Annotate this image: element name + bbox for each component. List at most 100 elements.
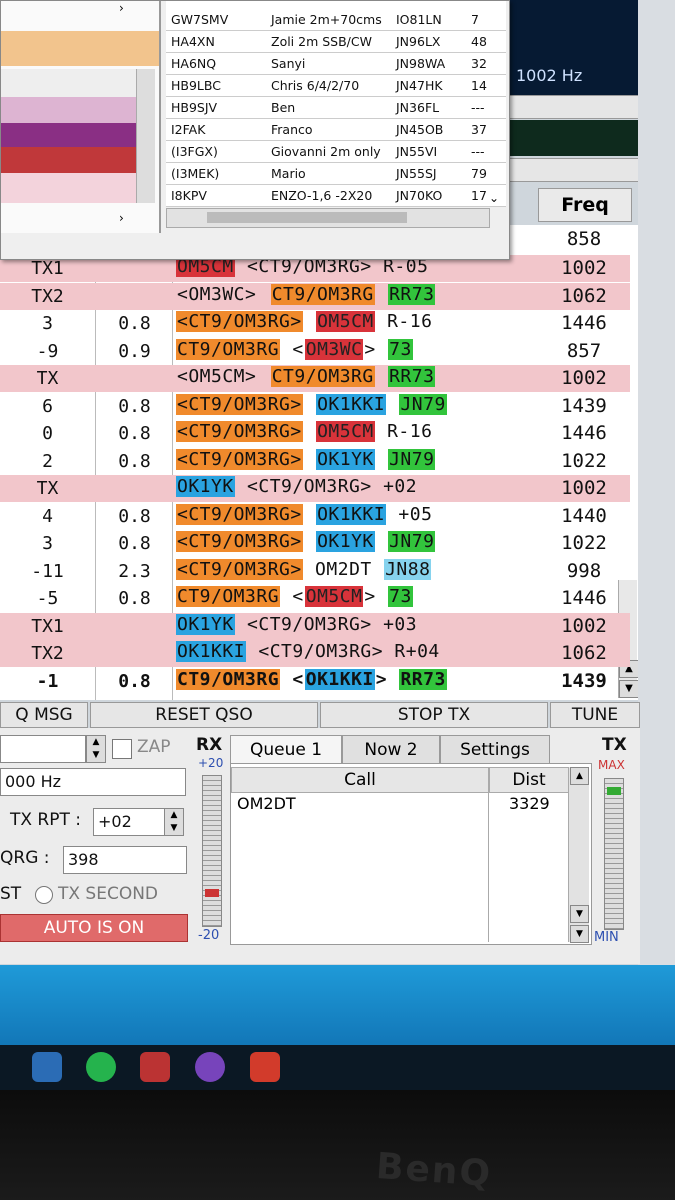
message-token: CT9/OM3RG	[270, 366, 375, 387]
tx-level-meter[interactable]	[604, 778, 624, 930]
callsign-popup[interactable]: › › GW7SMV Jamie 2m+70cms IO81LN 7 HA4XN Zoli…	[0, 0, 510, 260]
decode-row[interactable]: 0 0.8 <CT9/OM3RG> OM5CM R-16	[0, 420, 538, 447]
callsign-row[interactable]: GW7SMV Jamie 2m+70cms IO81LN 7	[166, 9, 506, 31]
decode-row[interactable]: -1 0.8 CT9/OM3RG < OK1KKI > RR73	[0, 668, 538, 695]
message-token: <CT9/OM3RG>	[176, 311, 303, 332]
callsign-table[interactable]: GW7SMV Jamie 2m+70cms IO81LN 7 HA4XN Zoli 2m …	[166, 1, 506, 207]
tab-now-2[interactable]: Now 2	[342, 735, 440, 765]
queue-call[interactable]: OM2DT	[237, 794, 296, 813]
row-db: TX	[36, 478, 59, 499]
callsign-row[interactable]: I8KPV ENZO-1,6 -2X20 JN70KO 17	[166, 185, 506, 207]
callsign-row[interactable]: (I3FGX) Giovanni 2m only JN55VI ---	[166, 141, 506, 163]
row-dt: 0.8	[118, 450, 151, 472]
tx-rpt-field[interactable]: +02	[93, 808, 165, 836]
scroll-up-icon[interactable]: ▲	[570, 767, 589, 785]
queue-col-call[interactable]: Call	[231, 767, 489, 793]
tab-queue-1[interactable]: Queue 1	[230, 735, 342, 765]
callsign-cell-name: Chris 6/4/2/70	[271, 78, 360, 93]
color-swatch	[1, 147, 136, 173]
queue-col-dist[interactable]: Dist	[489, 767, 569, 793]
tab-settings[interactable]: Settings	[440, 735, 550, 765]
app-icon[interactable]	[250, 1052, 280, 1082]
decode-row[interactable]: 4 0.8 <CT9/OM3RG> OK1KKI +05	[0, 503, 538, 530]
callsign-cell-call: HA6NQ	[171, 56, 217, 71]
color-swatch	[1, 97, 136, 123]
callsign-row[interactable]: HA6NQ Sanyi JN98WA 32	[166, 53, 506, 75]
callsign-cell-name: Giovanni 2m only	[271, 144, 381, 159]
zap-checkbox[interactable]	[112, 739, 132, 759]
callsign-row[interactable]: HB9SJV Ben JN36FL ---	[166, 97, 506, 119]
callsign-cell-n: 37	[471, 122, 487, 137]
row-message: <OM5CM> CT9/OM3RG RR73	[176, 366, 436, 387]
chevron-down-icon[interactable]: ⌄	[489, 191, 499, 205]
desktop-background	[0, 965, 675, 1045]
message-token: R-16	[375, 421, 433, 442]
spinner-icon[interactable]: ▲ ▼	[86, 735, 106, 763]
auto-is-on-button[interactable]: AUTO IS ON	[0, 914, 188, 942]
chevron-right-icon[interactable]: ›	[119, 211, 124, 225]
decode-row[interactable]: TX <OM5CM> CT9/OM3RG RR73	[0, 365, 538, 392]
message-token: OK1KKI	[176, 641, 247, 662]
callsign-cell-call: I8KPV	[171, 188, 207, 203]
stop-tx-button[interactable]: STOP TX	[320, 702, 548, 728]
hz-field[interactable]: 000 Hz	[0, 768, 186, 796]
callsign-cell-loc: JN45OB	[396, 122, 444, 137]
whatsapp-icon[interactable]	[86, 1052, 116, 1082]
callsign-cell-loc: JN47HK	[396, 78, 443, 93]
callsign-row[interactable]: HB9LBC Chris 6/4/2/70 JN47HK 14	[166, 75, 506, 97]
popup-color-list[interactable]: › ›	[1, 1, 161, 233]
decode-row[interactable]: TX2 <OM3WC> CT9/OM3RG RR73	[0, 282, 538, 310]
app-icon[interactable]	[32, 1052, 62, 1082]
freq-column-header[interactable]: Freq	[538, 188, 632, 222]
scroll-thumb[interactable]	[207, 212, 407, 223]
qrg-field[interactable]: 398	[63, 846, 187, 874]
message-token: OM2DT	[303, 558, 384, 580]
decode-row[interactable]: 3 0.8 <CT9/OM3RG> OK1YK JN79	[0, 530, 538, 557]
scroll-down-icon[interactable]: ▼	[570, 905, 589, 923]
decode-row[interactable]: TX1 OK1YK <CT9/OM3RG> +03	[0, 612, 538, 640]
chevron-right-icon[interactable]: ›	[119, 1, 124, 15]
spinner-icon[interactable]: ▲ ▼	[164, 808, 184, 836]
callsign-row[interactable]: HA4XN Zoli 2m SSB/CW JN96LX 48	[166, 31, 506, 53]
row-db: TX2	[31, 643, 64, 664]
callsign-row[interactable]: (I3MEK) Mario JN55SJ 79	[166, 163, 506, 185]
callsign-row[interactable]: I2FAK Franco JN45OB 37	[166, 119, 506, 141]
monitor-bezel	[0, 1090, 675, 1200]
decode-row[interactable]: TX OK1YK <CT9/OM3RG> +02	[0, 475, 538, 502]
callsign-cell-name: Mario	[271, 166, 306, 181]
popup-hscrollbar[interactable]	[166, 208, 490, 228]
row-message: OK1YK <CT9/OM3RG> +02	[176, 476, 418, 497]
decode-row[interactable]: -9 0.9 CT9/OM3RG < OM3WC > 73	[0, 338, 538, 365]
app-icon[interactable]	[195, 1052, 225, 1082]
freq-cell: 1440	[561, 504, 607, 527]
spin-field[interactable]	[0, 735, 86, 763]
row-db: -11	[31, 560, 64, 582]
rx-label: RX	[196, 735, 223, 755]
message-token: <OM3WC>	[177, 283, 257, 305]
message-token: JN88	[384, 558, 432, 580]
decode-row[interactable]: -5 0.8 CT9/OM3RG < OM5CM > 73	[0, 585, 538, 612]
tx-level-marker[interactable]	[607, 787, 621, 795]
col-divider	[488, 792, 489, 942]
queue-table[interactable]: Call Dist OM2DT 3329 ▲ ▼ ▼	[230, 763, 592, 945]
tune-button[interactable]: TUNE	[550, 702, 640, 728]
queue-scrollbar[interactable]: ▲ ▼ ▼	[568, 767, 589, 943]
decode-row[interactable]: 2 0.8 <CT9/OM3RG> OK1YK JN79	[0, 448, 538, 475]
message-token: RR73	[399, 668, 447, 690]
row-message: <CT9/OM3RG> OK1KKI +05	[176, 503, 433, 525]
decode-row[interactable]: 6 0.8 <CT9/OM3RG> OK1KKI JN79	[0, 393, 538, 420]
app-icon[interactable]	[140, 1052, 170, 1082]
popup-left-scrollbar[interactable]	[136, 69, 155, 203]
row-db: 6	[42, 395, 53, 417]
decode-row[interactable]: 3 0.8 <CT9/OM3RG> OM5CM R-16	[0, 310, 538, 337]
reset-qso-button[interactable]: RESET QSO	[90, 702, 318, 728]
decode-row[interactable]: TX2 OK1KKI <CT9/OM3RG> R+04	[0, 640, 538, 667]
message-token: OK1YK	[316, 531, 375, 552]
tx-second-radio[interactable]	[35, 886, 53, 904]
freq-cell: 1439	[561, 669, 607, 692]
decode-row[interactable]: -11 2.3 <CT9/OM3RG> OM2DT JN88	[0, 558, 538, 585]
freq-cell: 857	[566, 339, 602, 362]
row-dt: 0.8	[118, 588, 151, 609]
scroll-bottom-icon[interactable]: ▼	[570, 925, 589, 943]
q-msg-button[interactable]: Q MSG	[0, 702, 88, 728]
